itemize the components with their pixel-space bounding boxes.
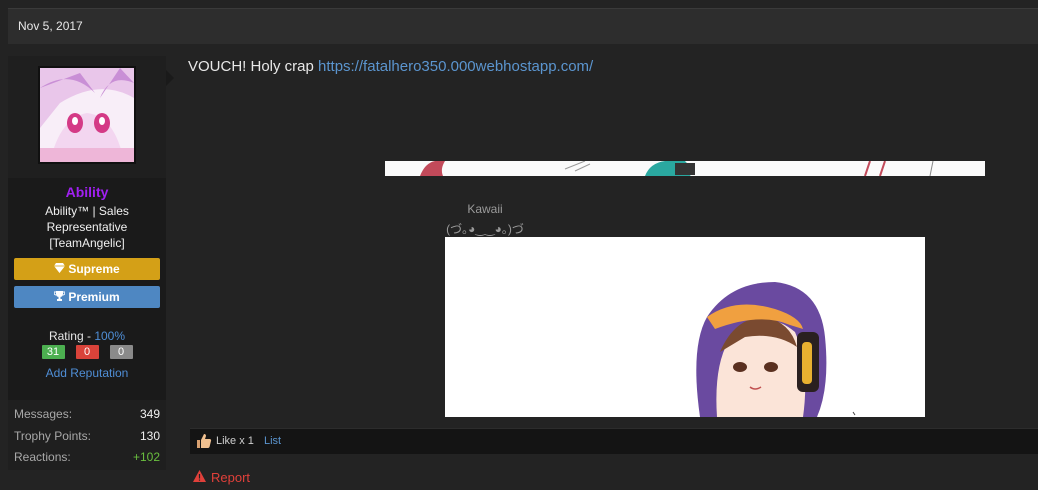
- stat-value[interactable]: 130: [140, 426, 160, 448]
- trophy-icon: [53, 290, 66, 304]
- message-text: VOUCH! Holy crap: [188, 58, 319, 75]
- post-date: Nov 5, 2017: [18, 19, 83, 33]
- supreme-label: Supreme: [68, 262, 120, 276]
- post-date-bar: Nov 5, 2017: [8, 8, 1038, 44]
- report-label: Report: [211, 470, 251, 485]
- rating: Rating - 100%: [8, 329, 166, 343]
- stat-trophy-points: Trophy Points: 130: [14, 426, 160, 448]
- avatar-container: [8, 56, 166, 178]
- username[interactable]: Ability: [8, 184, 166, 200]
- rating-percent: 100%: [94, 329, 126, 343]
- message-body: VOUCH! Holy crap https://fatalhero350.00…: [188, 58, 593, 75]
- like-count: Like x 1: [216, 435, 254, 447]
- thumbs-up-icon: [196, 433, 212, 454]
- likes-bar: Like x 1 List: [190, 428, 1038, 454]
- stat-value: 349: [139, 407, 160, 421]
- warning-icon: [193, 470, 206, 485]
- stat-label: Reactions:: [14, 450, 71, 464]
- signature-image-banner: [385, 161, 985, 176]
- rating-label: Rating -: [48, 329, 95, 343]
- user-title: Ability™ | Sales Representative [TeamAng…: [45, 204, 129, 250]
- stat-messages: Messages: 349: [14, 404, 160, 426]
- premium-banner: Premium: [14, 286, 160, 308]
- like-list-link[interactable]: List: [264, 435, 281, 447]
- stat-value: +102: [132, 450, 160, 464]
- add-reputation-link[interactable]: Add Reputation: [8, 366, 166, 380]
- rep-neutral: 0: [75, 345, 99, 359]
- supreme-banner: Supreme: [14, 258, 160, 280]
- message-content: VOUCH! Holy crap https://fatalhero350.00…: [188, 56, 1038, 490]
- rep-positive: 31: [41, 345, 65, 359]
- signature-image: [445, 237, 925, 417]
- premium-label: Premium: [68, 290, 120, 304]
- user-stats: Messages: 349 Trophy Points: 130 Reactio…: [8, 400, 166, 470]
- rep-negative: 0: [109, 345, 133, 359]
- stat-label: Trophy Points:: [14, 428, 91, 443]
- diamond-icon: [54, 262, 66, 276]
- reputation-counts: 31 0 0: [8, 345, 166, 359]
- signature-caption: Kawaii: [467, 202, 503, 216]
- stat-reactions: Reactions: +102: [14, 447, 160, 469]
- message-link[interactable]: https://fatalhero350.000webhostapp.com/: [318, 58, 593, 75]
- user-sidebar: Ability Ability™ | Sales Representative …: [8, 56, 166, 470]
- report-button[interactable]: Report: [193, 470, 250, 485]
- message-arrow: [166, 70, 174, 86]
- stat-label: Messages:: [14, 407, 73, 421]
- signature-kaomoji: (づ｡◕‿‿◕｡)づ: [446, 222, 524, 236]
- avatar[interactable]: [38, 66, 136, 164]
